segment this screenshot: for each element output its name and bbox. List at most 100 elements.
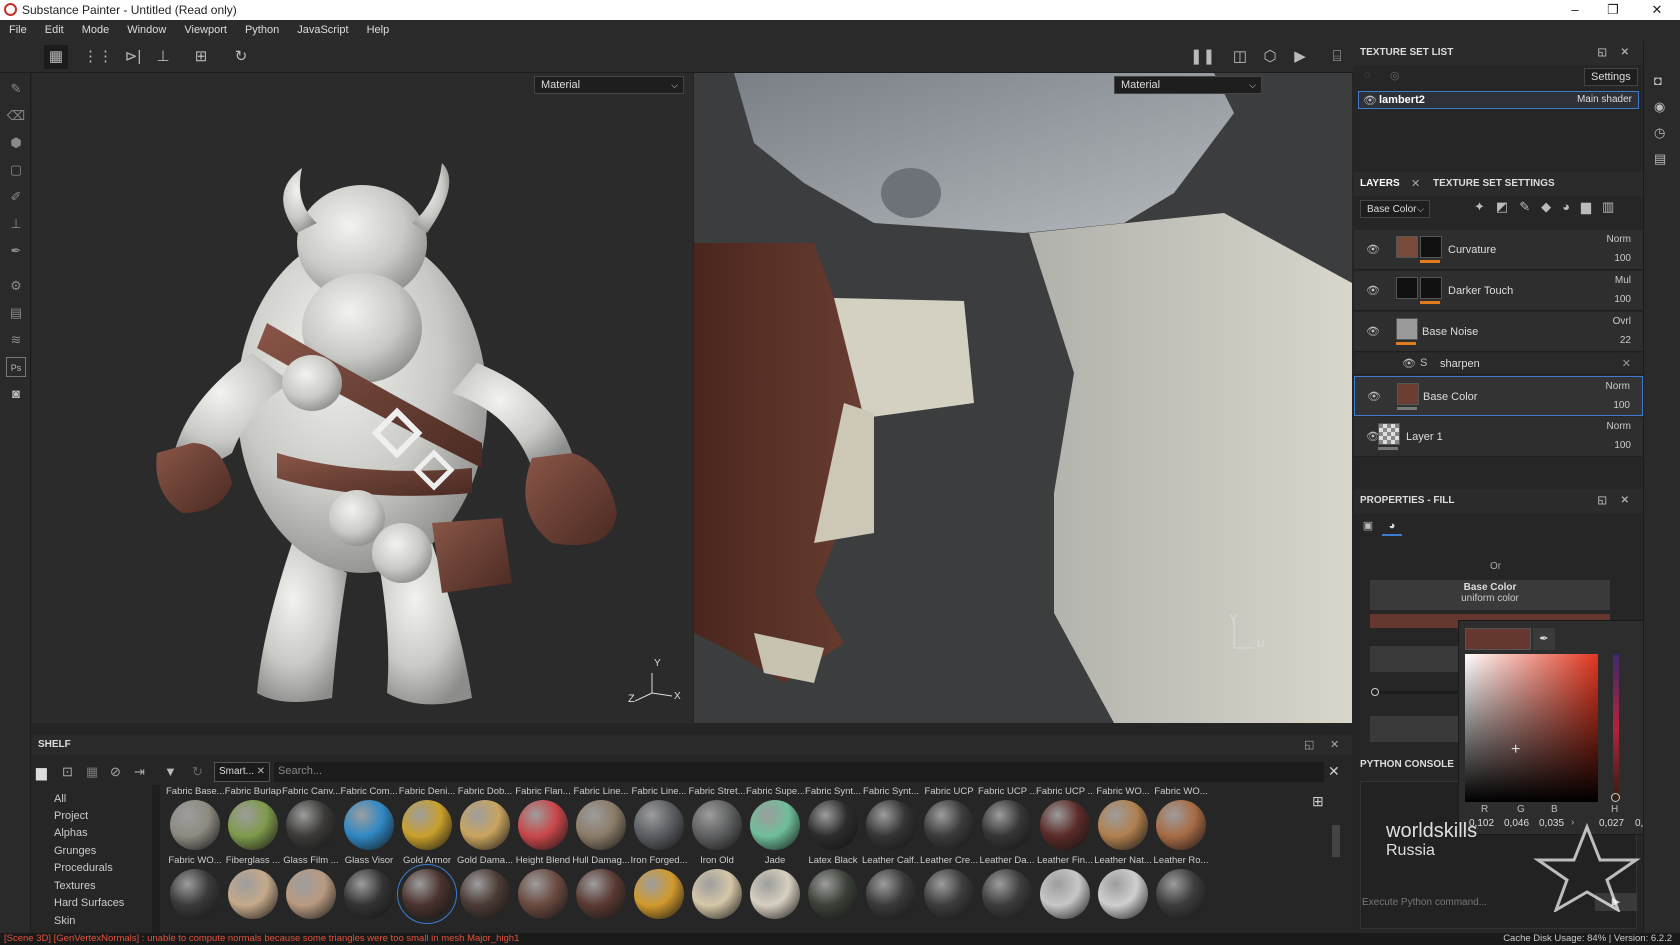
close-icon[interactable]: ✕ xyxy=(1621,41,1629,65)
saturation-value-field[interactable] xyxy=(1465,654,1598,802)
material-thumbnail[interactable] xyxy=(924,800,974,850)
import-icon[interactable]: ▦ xyxy=(86,764,98,780)
magic-wand-icon[interactable]: ✦ xyxy=(1474,199,1496,214)
material-tab-icon[interactable]: ▣ xyxy=(1358,516,1378,536)
pause-icon[interactable]: ❚❚ xyxy=(1190,45,1215,69)
material-thumbnail[interactable] xyxy=(344,800,394,850)
close-icon[interactable]: ✕ xyxy=(257,766,265,777)
material-thumbnail[interactable] xyxy=(576,800,626,850)
menu-viewport[interactable]: Viewport xyxy=(175,20,236,41)
material-thumbnail[interactable] xyxy=(866,869,916,919)
grid-toggle-icon[interactable]: ⊞ xyxy=(1312,793,1324,810)
material-thumbnail[interactable] xyxy=(286,869,336,919)
layer-row[interactable]: 👁 Darker Touch Mul 100 xyxy=(1354,271,1643,311)
history-icon[interactable]: ↻ xyxy=(229,45,253,69)
category-textures[interactable]: Textures xyxy=(54,880,96,892)
eye-icon[interactable]: 👁 xyxy=(1366,243,1380,257)
clone-stamp-icon[interactable]: ⊥ xyxy=(6,214,26,234)
material-thumbnail[interactable] xyxy=(750,869,800,919)
export-icon[interactable]: ⇥ xyxy=(134,764,145,780)
history-icon[interactable]: ◷ xyxy=(1654,125,1665,141)
tile-view-icon[interactable]: ⋮⋮ xyxy=(83,45,113,69)
screenshot-icon[interactable]: ◙ xyxy=(6,384,26,404)
viewport-3d-channel-dropdown[interactable]: Material ⌵ xyxy=(534,76,684,94)
smudge-icon[interactable]: ✐ xyxy=(6,187,26,207)
layer-row-selected[interactable]: 👁 Base Color Norm 100 xyxy=(1354,376,1643,416)
layer-blend-mode[interactable]: Norm xyxy=(1607,234,1631,245)
menu-edit[interactable]: Edit xyxy=(36,20,73,41)
shelf-search-input[interactable]: Search... xyxy=(274,762,1324,782)
clear-search-icon[interactable]: ✕ xyxy=(1328,763,1340,780)
layer-blend-mode[interactable]: Mul xyxy=(1615,275,1631,286)
material-thumbnail[interactable] xyxy=(1098,869,1148,919)
minimize-icon[interactable]: – xyxy=(1560,1,1590,19)
projection-icon[interactable]: ⬢ xyxy=(6,133,26,153)
log-icon[interactable]: ▤ xyxy=(1654,151,1666,167)
folder-icon[interactable]: ▆ xyxy=(1581,199,1602,214)
material-thumbnail[interactable] xyxy=(634,869,684,919)
r-value[interactable]: 0,102 xyxy=(1469,818,1494,829)
bake-icon[interactable]: ▤ xyxy=(6,303,26,323)
material-thumbnail[interactable] xyxy=(460,800,510,850)
new-folder-icon[interactable]: ⊡ xyxy=(62,764,73,780)
layer-row[interactable]: 👁 Curvature Norm 100 xyxy=(1354,230,1643,270)
brush-icon[interactable]: ✎ xyxy=(1519,199,1541,214)
g-value[interactable]: 0,046 xyxy=(1504,818,1529,829)
material-thumbnail[interactable] xyxy=(228,869,278,919)
display-settings-icon[interactable]: ◘ xyxy=(1654,73,1662,88)
material-thumbnail[interactable] xyxy=(286,800,336,850)
shader-settings-icon[interactable]: ◉ xyxy=(1654,99,1665,115)
eye-icon[interactable]: 👁 xyxy=(1366,325,1380,339)
tab-layers[interactable]: LAYERS xyxy=(1360,178,1400,189)
material-thumbnail[interactable] xyxy=(518,869,568,919)
color-tab-icon[interactable]: ◕ xyxy=(1382,516,1402,536)
layer-row[interactable]: 👁 Base Noise Ovrl 22 xyxy=(1354,312,1643,352)
menu-help[interactable]: Help xyxy=(358,20,399,41)
material-thumbnail[interactable] xyxy=(1156,800,1206,850)
photoshop-icon[interactable]: Ps xyxy=(6,357,26,377)
layer-opacity[interactable]: 22 xyxy=(1620,335,1631,346)
close-icon[interactable]: ✕ xyxy=(1411,177,1420,190)
category-skin[interactable]: Skin xyxy=(54,915,75,927)
material-thumbnail[interactable] xyxy=(750,800,800,850)
camera-icon[interactable]: ⌸ xyxy=(1325,45,1349,69)
material-thumbnail[interactable] xyxy=(170,869,220,919)
close-icon[interactable]: ✕ xyxy=(1621,489,1629,513)
base-color-section[interactable]: Base Color uniform color xyxy=(1370,580,1610,610)
material-thumbnail[interactable] xyxy=(170,800,220,850)
layer-opacity[interactable]: 100 xyxy=(1614,294,1631,305)
layer-opacity[interactable]: 100 xyxy=(1614,440,1631,451)
filter-row[interactable]: 👁 S sharpen ✕ xyxy=(1354,353,1643,375)
material-thumbnail[interactable] xyxy=(576,869,626,919)
category-grunges[interactable]: Grunges xyxy=(54,845,96,857)
material-thumbnail[interactable] xyxy=(518,800,568,850)
close-icon[interactable]: ✕ xyxy=(1642,1,1672,19)
material-thumbnail[interactable] xyxy=(1156,869,1206,919)
close-icon[interactable]: ✕ xyxy=(1622,357,1631,370)
float-panel-icon[interactable]: ◱ xyxy=(1598,41,1607,65)
color-picker-icon[interactable]: ✒ xyxy=(6,241,26,261)
fit-view-icon[interactable]: ⊞ xyxy=(189,45,213,69)
material-thumbnail[interactable] xyxy=(402,800,452,850)
paint-brush-icon[interactable]: ✎ xyxy=(6,79,26,99)
float-panel-icon[interactable]: ◱ xyxy=(1304,738,1314,751)
category-procedurals[interactable]: Procedurals xyxy=(54,862,113,874)
category-project[interactable]: Project xyxy=(54,810,88,822)
python-command-input[interactable]: Execute Python command... xyxy=(1362,897,1487,908)
material-thumbnail[interactable] xyxy=(866,800,916,850)
eye-off-icon[interactable]: ◌ xyxy=(1364,69,1371,81)
material-thumbnail[interactable] xyxy=(692,869,742,919)
shelf-tab-smart[interactable]: Smart... ✕ xyxy=(214,762,270,782)
material-thumbnail[interactable] xyxy=(228,800,278,850)
eye-icon[interactable]: ◎ xyxy=(1390,69,1400,82)
material-thumbnail[interactable] xyxy=(1040,869,1090,919)
material-thumbnail[interactable] xyxy=(634,800,684,850)
material-thumbnail[interactable] xyxy=(1098,800,1148,850)
property-field[interactable] xyxy=(1370,646,1460,672)
layer-blend-mode[interactable]: Ovrl xyxy=(1613,316,1631,327)
shelf-scrollbar[interactable] xyxy=(1332,825,1340,857)
grid-view-icon[interactable]: ▦ xyxy=(44,45,68,69)
menu-javascript[interactable]: JavaScript xyxy=(288,20,357,41)
viewport-2d-channel-dropdown[interactable]: Material ⌵ xyxy=(1114,76,1262,94)
filter-icon[interactable]: ▼ xyxy=(164,764,177,779)
